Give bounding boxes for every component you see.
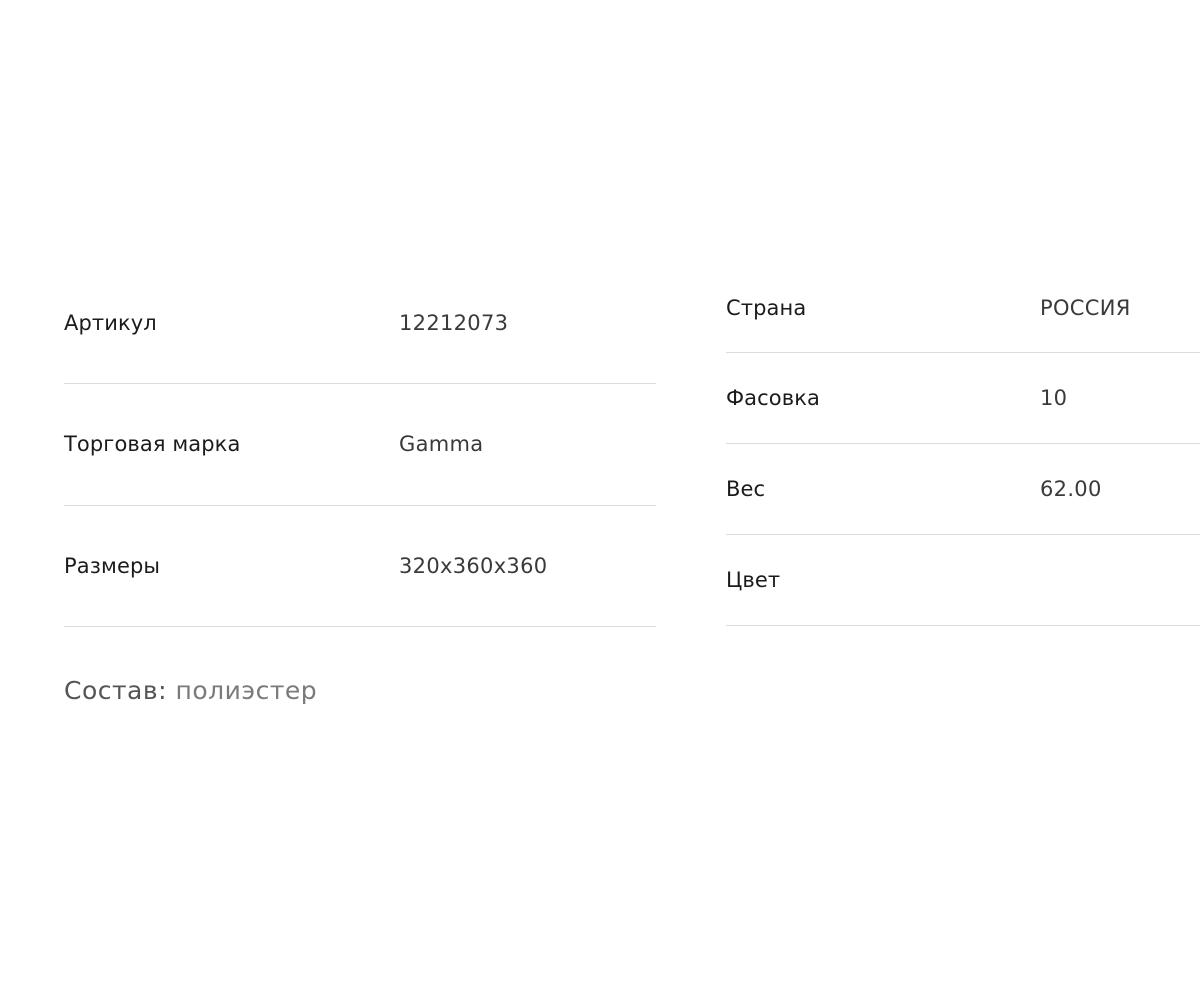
composition-line: Состав: полиэстер <box>64 676 317 705</box>
spec-row-packing: Фасовка 10 <box>726 353 1200 444</box>
spec-row-weight: Вес 62.00 <box>726 444 1200 535</box>
spec-value: Gamma <box>399 432 484 457</box>
spec-value: 10 <box>1040 386 1068 410</box>
spec-row-article: Артикул 12212073 <box>64 263 656 384</box>
spec-label: Артикул <box>64 311 157 335</box>
spec-label: Размеры <box>64 553 161 578</box>
spec-label: Цвет <box>726 568 781 592</box>
spec-label: Вес <box>726 477 766 501</box>
spec-row-color: Цвет <box>726 535 1200 626</box>
product-specs-page: Артикул 12212073 Торговая марка Gamma Ра… <box>0 0 1200 1000</box>
specs-table-left: Артикул 12212073 Торговая марка Gamma Ра… <box>64 263 656 627</box>
spec-value: 320x360x360 <box>399 553 548 578</box>
spec-label: Фасовка <box>726 386 820 410</box>
spec-row-dimensions: Размеры 320x360x360 <box>64 506 656 627</box>
spec-value: РОССИЯ <box>1040 295 1131 320</box>
specs-table-right: Страна РОССИЯ Фасовка 10 Вес 62.00 Цвет <box>726 263 1200 626</box>
spec-label: Торговая марка <box>64 432 241 457</box>
spec-value: 62.00 <box>1040 477 1102 501</box>
composition-value: полиэстер <box>175 676 318 705</box>
composition-label: Состав: <box>64 676 168 705</box>
spec-label: Страна <box>726 295 807 320</box>
spec-row-brand: Торговая марка Gamma <box>64 384 656 506</box>
spec-row-country: Страна РОССИЯ <box>726 263 1200 353</box>
spec-value: 12212073 <box>399 311 509 335</box>
